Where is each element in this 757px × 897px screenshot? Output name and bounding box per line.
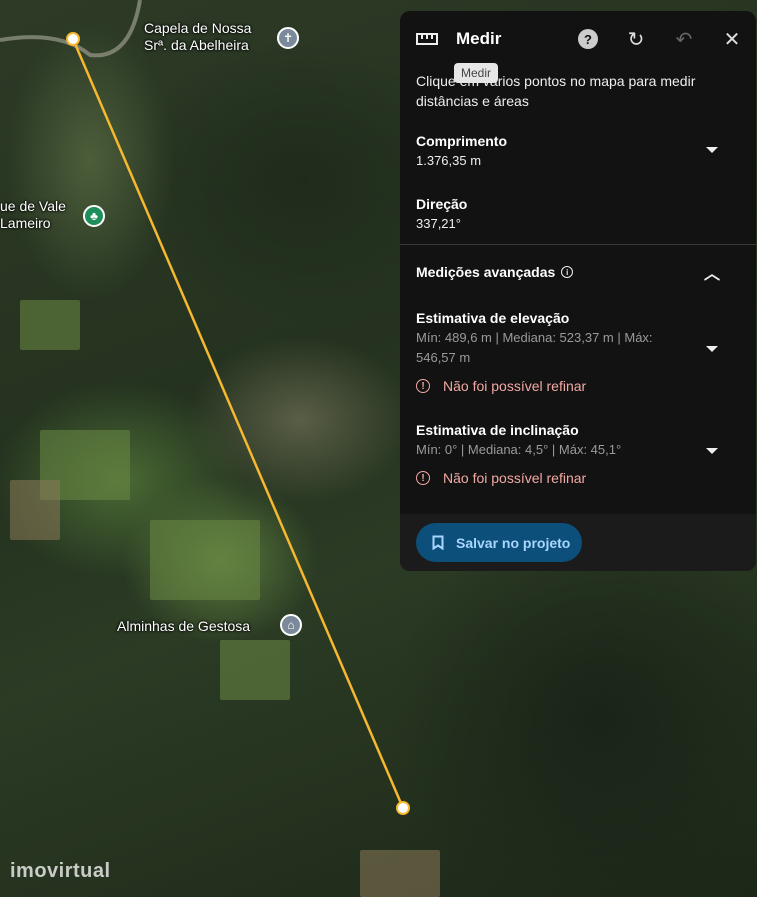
direction-section: Direção 337,21° <box>400 194 756 234</box>
error-text: Não foi possível refinar <box>443 470 587 486</box>
slope-value: Mín: 0° | Mediana: 4,5° | Máx: 45,1° <box>416 442 622 457</box>
error-text: Não foi possível refinar <box>443 378 587 394</box>
save-to-project-button[interactable]: Salvar no projeto <box>416 523 582 562</box>
undo-icon: ↶ <box>675 28 693 51</box>
map-label-alminhas[interactable]: Alminhas de Gestosa <box>117 618 250 635</box>
chevron-down-icon[interactable] <box>706 147 718 153</box>
label-line: Srª. da Abelheira <box>144 37 249 53</box>
slope-error: ! Não foi possível refinar <box>416 470 740 486</box>
ruler-icon <box>416 33 438 45</box>
monument-poi-icon[interactable]: ⌂ <box>280 614 302 636</box>
measure-panel: Medir ? ↻ ↶ ✕ Medir Clique em vários pon… <box>400 11 756 571</box>
undo-button[interactable]: ↶ <box>672 27 696 51</box>
help-button[interactable]: ? <box>576 27 600 51</box>
slope-section[interactable]: Estimativa de inclinação Mín: 0° | Media… <box>400 420 756 486</box>
elevation-value: Mín: 489,6 m | Mediana: 523,37 m | Máx: … <box>416 330 653 365</box>
direction-label: Direção <box>416 196 468 212</box>
help-icon: ? <box>578 29 598 49</box>
panel-footer: Salvar no projeto <box>400 514 756 571</box>
direction-value: 337,21° <box>416 216 461 231</box>
elevation-section[interactable]: Estimativa de elevação Mín: 489,6 m | Me… <box>400 308 756 394</box>
panel-header: Medir ? ↻ ↶ ✕ <box>400 11 756 67</box>
length-label: Comprimento <box>416 133 507 149</box>
slope-label: Estimativa de inclinação <box>416 422 579 438</box>
save-label: Salvar no projeto <box>456 534 571 551</box>
error-icon: ! <box>416 379 430 393</box>
advanced-label: Medições avançadas <box>416 264 556 280</box>
elevation-label: Estimativa de elevação <box>416 310 570 326</box>
label-line: Capela de Nossa <box>144 20 252 36</box>
length-section[interactable]: Comprimento 1.376,35 m <box>400 131 756 171</box>
measure-line <box>71 38 405 809</box>
label-line: ue de Vale <box>0 198 66 214</box>
watermark: imovirtual <box>10 860 111 882</box>
error-icon: ! <box>416 471 430 485</box>
refresh-button[interactable]: ↻ <box>624 27 648 51</box>
measure-point-end <box>396 801 410 815</box>
chevron-up-icon[interactable]: ︿ <box>704 260 720 284</box>
length-value: 1.376,35 m <box>416 153 482 168</box>
tree-poi-icon[interactable]: ♣ <box>83 205 105 227</box>
bookmark-icon <box>432 535 444 550</box>
label-line: Lameiro <box>0 215 51 231</box>
close-icon: ✕ <box>723 28 741 51</box>
refresh-icon: ↻ <box>627 28 645 51</box>
measure-point-start <box>66 32 80 46</box>
close-button[interactable]: ✕ <box>720 27 744 51</box>
map-label-chapel[interactable]: Capela de Nossa Srª. da Abelheira <box>144 20 251 54</box>
cross-poi-icon[interactable]: ✝ <box>277 27 299 49</box>
divider <box>400 244 756 245</box>
info-icon[interactable]: i <box>561 266 574 278</box>
tooltip: Medir <box>454 63 499 83</box>
panel-title: Medir <box>456 29 502 48</box>
elevation-error: ! Não foi possível refinar <box>416 378 740 394</box>
chevron-down-icon[interactable] <box>706 346 718 352</box>
advanced-header[interactable]: Medições avançadas i ︿ <box>400 260 756 284</box>
chevron-down-icon[interactable] <box>706 448 718 454</box>
map-label-park[interactable]: ue de Vale Lameiro <box>0 198 66 232</box>
